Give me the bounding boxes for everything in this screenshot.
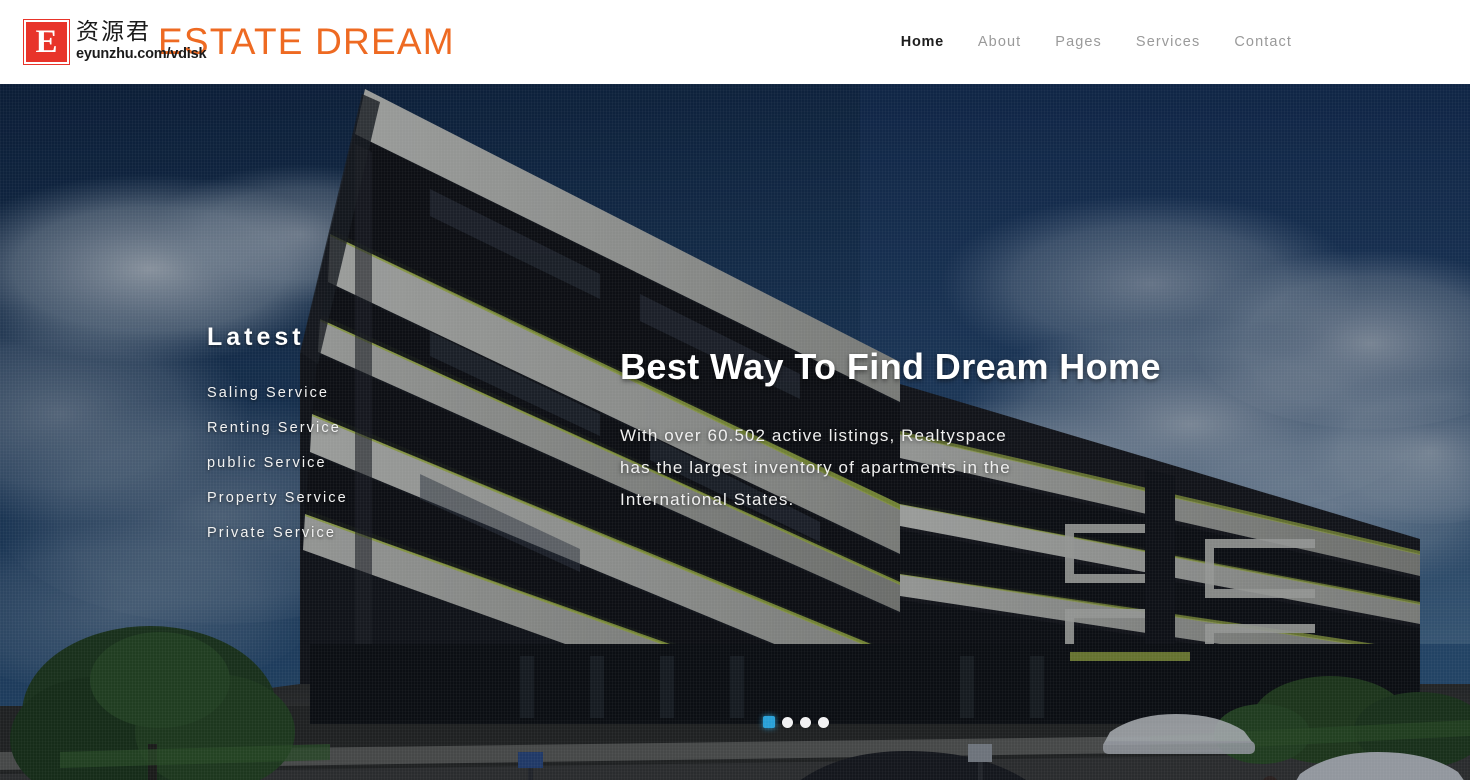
hero-copy-block: Best Way To Find Dream Home With over 60… bbox=[620, 344, 1240, 516]
latest-heading: Latest bbox=[207, 323, 305, 351]
latest-item-renting[interactable]: Renting Service bbox=[207, 411, 487, 446]
latest-item-property[interactable]: Property Service bbox=[207, 481, 487, 516]
nav-item-pages[interactable]: Pages bbox=[1055, 34, 1102, 50]
latest-services-block: Latest Saling Service Renting Service pu… bbox=[207, 322, 487, 551]
nav-item-contact[interactable]: Contact bbox=[1234, 34, 1292, 50]
carousel-dot-3[interactable] bbox=[800, 716, 811, 728]
carousel-pagination bbox=[763, 716, 829, 728]
hero-banner: Latest Saling Service Renting Service pu… bbox=[0, 84, 1470, 780]
carousel-dot-4[interactable] bbox=[818, 716, 829, 728]
latest-item-public[interactable]: public Service bbox=[207, 446, 487, 481]
page-root: ESTATE DREAM Home About Pages Services C… bbox=[0, 0, 1470, 780]
brand-title: ESTATE DREAM bbox=[158, 21, 455, 62]
latest-item-private[interactable]: Private Service bbox=[207, 516, 487, 551]
brand-logo[interactable]: ESTATE DREAM bbox=[0, 0, 455, 84]
carousel-dot-1[interactable] bbox=[763, 716, 775, 728]
latest-services-list: Saling Service Renting Service public Se… bbox=[207, 376, 487, 551]
nav-item-about[interactable]: About bbox=[978, 34, 1021, 50]
nav-item-services[interactable]: Services bbox=[1136, 34, 1200, 50]
main-navigation: Home About Pages Services Contact bbox=[901, 0, 1292, 84]
hero-subtext: With over 60.502 active listings, Realty… bbox=[620, 426, 1011, 509]
latest-item-saling[interactable]: Saling Service bbox=[207, 376, 487, 411]
carousel-dot-2[interactable] bbox=[782, 716, 793, 728]
nav-item-home[interactable]: Home bbox=[901, 34, 944, 50]
hero-headline: Best Way To Find Dream Home bbox=[620, 346, 1161, 387]
site-header: ESTATE DREAM Home About Pages Services C… bbox=[0, 0, 1470, 84]
